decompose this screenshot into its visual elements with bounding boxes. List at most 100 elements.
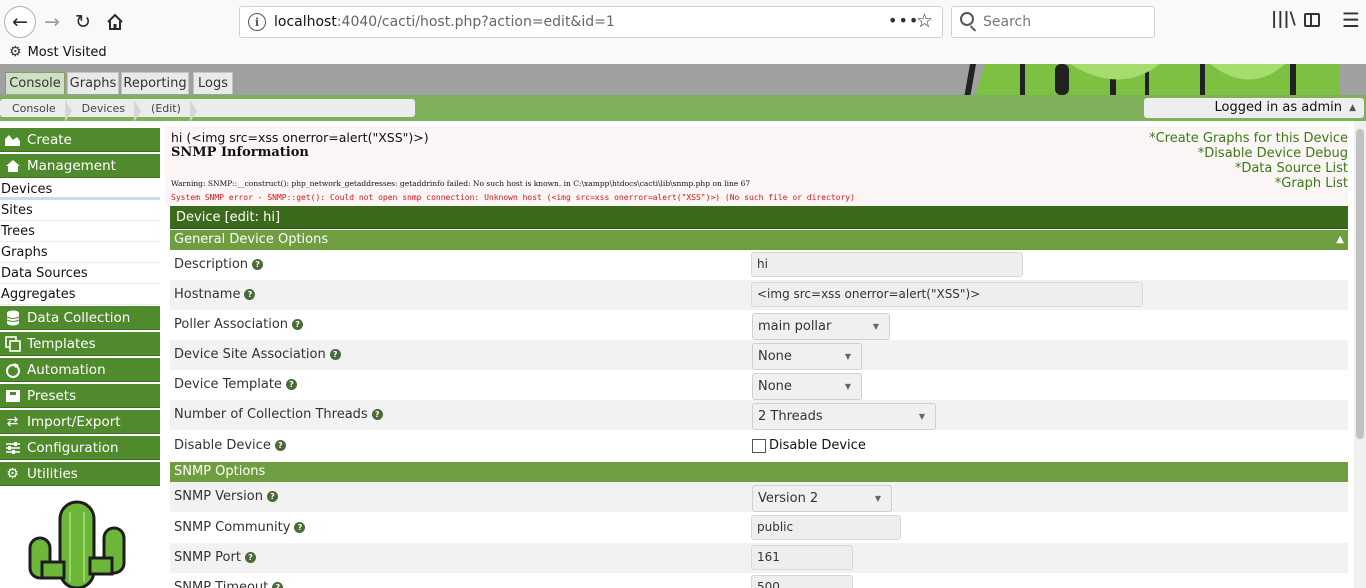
help-icon[interactable]: ? xyxy=(252,259,264,270)
most-visited-label: Most Visited xyxy=(27,44,107,60)
library-icon[interactable]: |||\ xyxy=(1271,9,1296,29)
forward-button[interactable]: → xyxy=(36,6,68,38)
poller-select[interactable]: main pollar ▼ xyxy=(752,313,890,340)
nav-management[interactable]: Management xyxy=(0,154,160,178)
snmp-community-label-text: SNMP Community xyxy=(174,520,291,535)
sidebar-item-graphs[interactable]: Graphs xyxy=(0,242,160,263)
search-bar[interactable]: Search xyxy=(951,6,1155,38)
caret-up-icon: ▲ xyxy=(1349,103,1356,113)
row-description: Description? hi xyxy=(170,250,1348,280)
hamburger-menu-icon[interactable]: ☰ xyxy=(1342,8,1360,32)
graph-list-link[interactable]: *Graph List xyxy=(1149,176,1348,191)
help-icon[interactable]: ? xyxy=(371,409,383,420)
sidebar: Create Management Devices Sites Trees Gr… xyxy=(0,126,160,588)
help-icon[interactable]: ? xyxy=(294,522,306,533)
template-value: None xyxy=(758,379,792,394)
action-links: *Create Graphs for this Device *Disable … xyxy=(1149,131,1348,191)
url-host: localhost xyxy=(274,14,337,30)
sidebar-item-data-sources[interactable]: Data Sources xyxy=(0,263,160,284)
sidebar-item-aggregates[interactable]: Aggregates xyxy=(0,284,160,305)
url-bar[interactable]: i localhost:4040/cacti/host.php?action=e… xyxy=(239,6,943,38)
snmp-port-input[interactable]: 161 xyxy=(751,545,853,570)
error-message: System SNMP error - SNMP::get(): Could n… xyxy=(171,193,855,202)
help-icon[interactable]: ? xyxy=(329,349,341,360)
sidebar-toggle-icon[interactable] xyxy=(1304,13,1320,27)
tab-console[interactable]: Console xyxy=(5,72,65,94)
template-label-text: Device Template xyxy=(174,377,282,392)
nav-automation[interactable]: Automation xyxy=(0,358,160,382)
bookmark-star-icon[interactable]: ☆ xyxy=(916,10,933,32)
sidebar-item-sites[interactable]: Sites xyxy=(0,200,160,221)
cogs-icon: ⚙ xyxy=(6,465,19,482)
nav-presets-label: Presets xyxy=(27,387,77,404)
nav-templates[interactable]: Templates xyxy=(0,332,160,356)
tab-logs[interactable]: Logs xyxy=(193,72,233,94)
snmp-timeout-input[interactable]: 500 xyxy=(751,575,853,588)
snmp-options-header[interactable]: SNMP Options xyxy=(170,462,1348,482)
help-icon[interactable]: ? xyxy=(285,379,297,390)
nav-presets[interactable]: Presets xyxy=(0,384,160,408)
poller-value: main pollar xyxy=(758,319,832,334)
site-value: None xyxy=(758,349,792,364)
help-icon[interactable]: ? xyxy=(272,582,284,588)
snmp-version-label: SNMP Version? xyxy=(174,489,278,504)
sidebar-item-devices[interactable]: Devices xyxy=(0,179,160,200)
help-icon[interactable]: ? xyxy=(244,289,256,300)
template-select[interactable]: None ▼ xyxy=(752,373,862,400)
caret-down-icon: ▼ xyxy=(844,352,851,361)
breadcrumb-edit: (Edit) xyxy=(139,99,197,122)
collapse-icon[interactable]: ▲ xyxy=(1336,230,1344,250)
user-menu[interactable]: Logged in as admin ▲ xyxy=(1144,98,1364,118)
disable-debug-link[interactable]: *Disable Device Debug xyxy=(1149,146,1348,161)
home-button[interactable] xyxy=(99,6,131,38)
hostname-label-text: Hostname xyxy=(174,287,241,302)
sidebar-item-trees[interactable]: Trees xyxy=(0,221,160,242)
nav-import-export[interactable]: ⇄ Import/Export xyxy=(0,410,160,434)
help-icon[interactable]: ? xyxy=(266,491,278,502)
reload-button[interactable]: ↻ xyxy=(67,6,99,38)
warning-message: Warning: SNMP::__construct(): php_networ… xyxy=(171,179,751,188)
help-icon[interactable]: ? xyxy=(292,319,304,330)
breadcrumb-bar: Console Devices (Edit) Logged in as admi… xyxy=(0,95,1366,122)
home-icon xyxy=(107,13,123,30)
scrollbar-thumb[interactable] xyxy=(1356,129,1364,439)
help-icon[interactable]: ? xyxy=(244,552,256,563)
scrollbar[interactable] xyxy=(1354,121,1366,588)
breadcrumb-console[interactable]: Console xyxy=(0,99,72,122)
snmp-version-select[interactable]: Version 2 ▼ xyxy=(752,485,892,512)
poller-label: Poller Association? xyxy=(174,317,304,332)
help-icon[interactable]: ? xyxy=(274,440,286,451)
snmp-timeout-label-text: SNMP Timeout xyxy=(174,580,269,588)
row-hostname: Hostname? <img src=xss onerror=alert("XS… xyxy=(170,280,1348,310)
snmp-community-input[interactable]: public xyxy=(751,515,901,540)
nav-utilities[interactable]: ⚙ Utilities xyxy=(0,462,160,486)
sliders-icon xyxy=(4,439,21,456)
back-button[interactable]: ← xyxy=(4,6,36,38)
browser-toolbar: ← → ↻ i localhost:4040/cacti/host.php?ac… xyxy=(0,0,1366,44)
nav-data-collection[interactable]: Data Collection xyxy=(0,306,160,330)
general-options-header[interactable]: General Device Options ▲ xyxy=(170,230,1348,250)
site-select[interactable]: None ▼ xyxy=(752,343,862,370)
create-graphs-link[interactable]: *Create Graphs for this Device xyxy=(1149,131,1348,146)
url-text[interactable]: localhost:4040/cacti/host.php?action=edi… xyxy=(274,14,615,30)
data-source-list-link[interactable]: *Data Source List xyxy=(1149,161,1348,176)
breadcrumb-devices[interactable]: Devices xyxy=(70,99,142,122)
page-actions-icon[interactable]: ••• xyxy=(888,11,919,30)
nav-create[interactable]: Create xyxy=(0,128,160,152)
disable-device-checkbox[interactable]: Disable Device xyxy=(752,438,866,453)
search-icon xyxy=(960,12,974,26)
hostname-input[interactable]: <img src=xss onerror=alert("XSS")> xyxy=(751,282,1143,307)
snmp-port-label: SNMP Port? xyxy=(174,550,256,565)
threads-select[interactable]: 2 Threads ▼ xyxy=(752,403,936,430)
tab-graphs[interactable]: Graphs xyxy=(67,72,119,94)
row-snmp-version: SNMP Version? Version 2 ▼ xyxy=(170,482,1348,512)
most-visited-bookmark[interactable]: ⚙ Most Visited xyxy=(9,44,107,60)
tab-reporting[interactable]: Reporting xyxy=(121,72,189,94)
poller-label-text: Poller Association xyxy=(174,317,289,332)
checkbox-box[interactable] xyxy=(752,438,766,453)
description-label: Description? xyxy=(174,257,264,272)
info-icon[interactable]: i xyxy=(248,13,266,31)
bookmarks-bar: ⚙ Most Visited xyxy=(0,44,1366,64)
description-input[interactable]: hi xyxy=(751,252,1023,277)
nav-configuration[interactable]: Configuration xyxy=(0,436,160,460)
